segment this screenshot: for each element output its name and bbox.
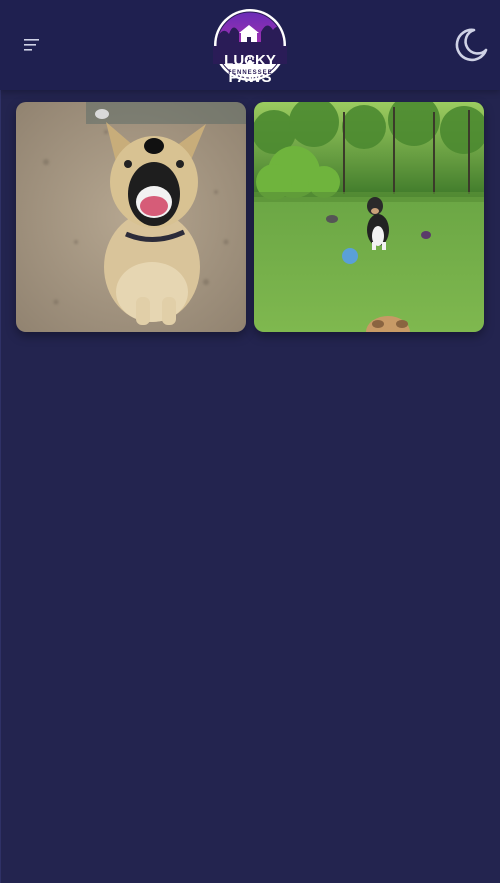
top-bar: LUCKY PAWS TENNESSEE [0, 0, 500, 90]
moon-icon [455, 28, 488, 62]
dog-in-field-photo [254, 102, 484, 332]
gallery-photo[interactable] [254, 102, 484, 332]
gallery-photo[interactable] [16, 102, 246, 332]
photo-gallery [16, 102, 484, 332]
theme-toggle-button[interactable] [452, 26, 490, 64]
menu-button[interactable] [22, 36, 42, 54]
logo-subtitle: TENNESSEE [227, 70, 273, 76]
hamburger-menu-icon [24, 39, 39, 51]
smiling-dog-photo [16, 102, 246, 332]
lucky-paws-logo[interactable]: LUCKY PAWS TENNESSEE [211, 8, 289, 86]
logo-title: LUCKY PAWS [224, 52, 276, 86]
